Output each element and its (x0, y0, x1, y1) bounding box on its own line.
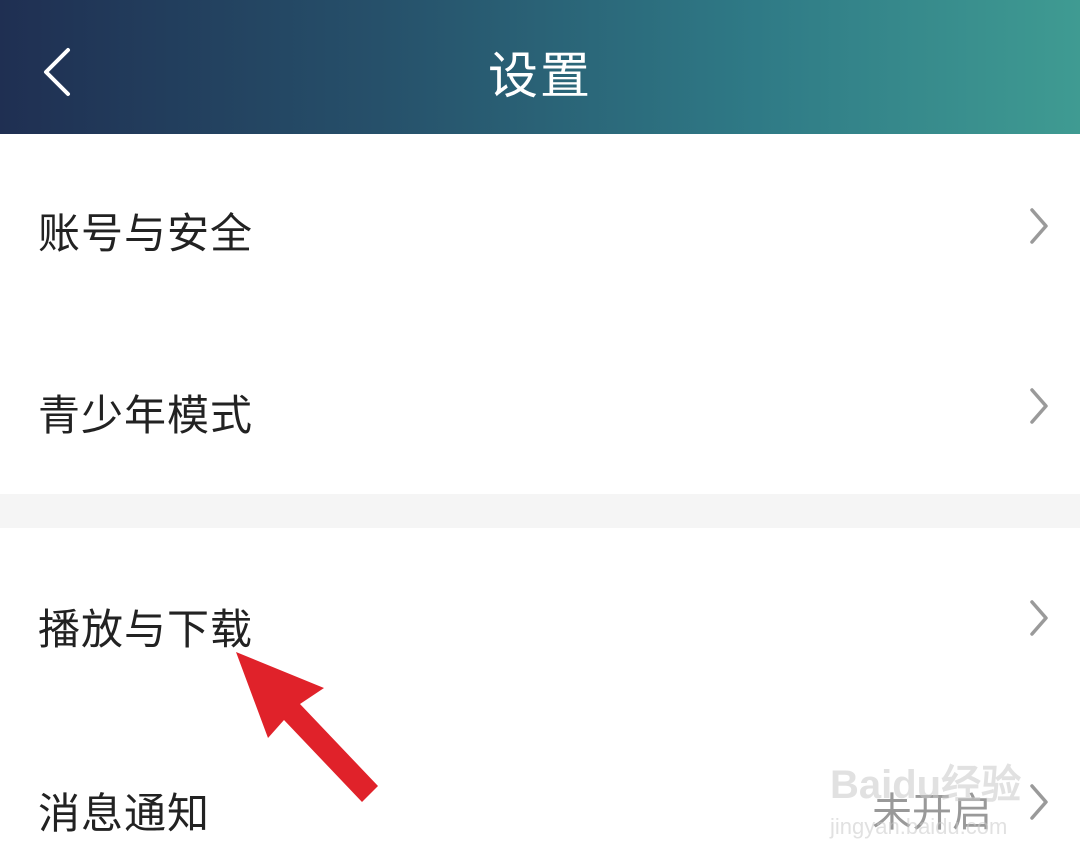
section-divider (0, 494, 1080, 528)
settings-item-label: 青少年模式 (38, 391, 254, 440)
chevron-right-icon (1026, 598, 1052, 638)
settings-item-label: 播放与下载 (38, 605, 254, 654)
chevron-right-icon (1026, 206, 1052, 246)
settings-item-label: 账号与安全 (38, 209, 254, 258)
back-button[interactable] (30, 40, 90, 104)
notification-status: 未开启 (872, 790, 992, 836)
settings-item-label: 消息通知 (38, 789, 211, 838)
header-bar: 设置 (0, 0, 1080, 134)
chevron-right-icon (1026, 782, 1052, 822)
page-title: 设置 (488, 47, 592, 105)
settings-item-youth-mode[interactable]: 青少年模式 (0, 314, 1080, 494)
settings-item-playback-download[interactable]: 播放与下载 (0, 528, 1080, 708)
settings-item-account-security[interactable]: 账号与安全 (0, 134, 1080, 314)
chevron-left-icon (44, 48, 70, 96)
settings-screen: 设置 账号与安全 青少年模式 播放与下载 消息通知 未开启 Baidu经验 ji… (0, 0, 1080, 866)
chevron-right-icon (1026, 386, 1052, 426)
settings-item-notifications[interactable]: 消息通知 未开启 (0, 708, 1080, 866)
